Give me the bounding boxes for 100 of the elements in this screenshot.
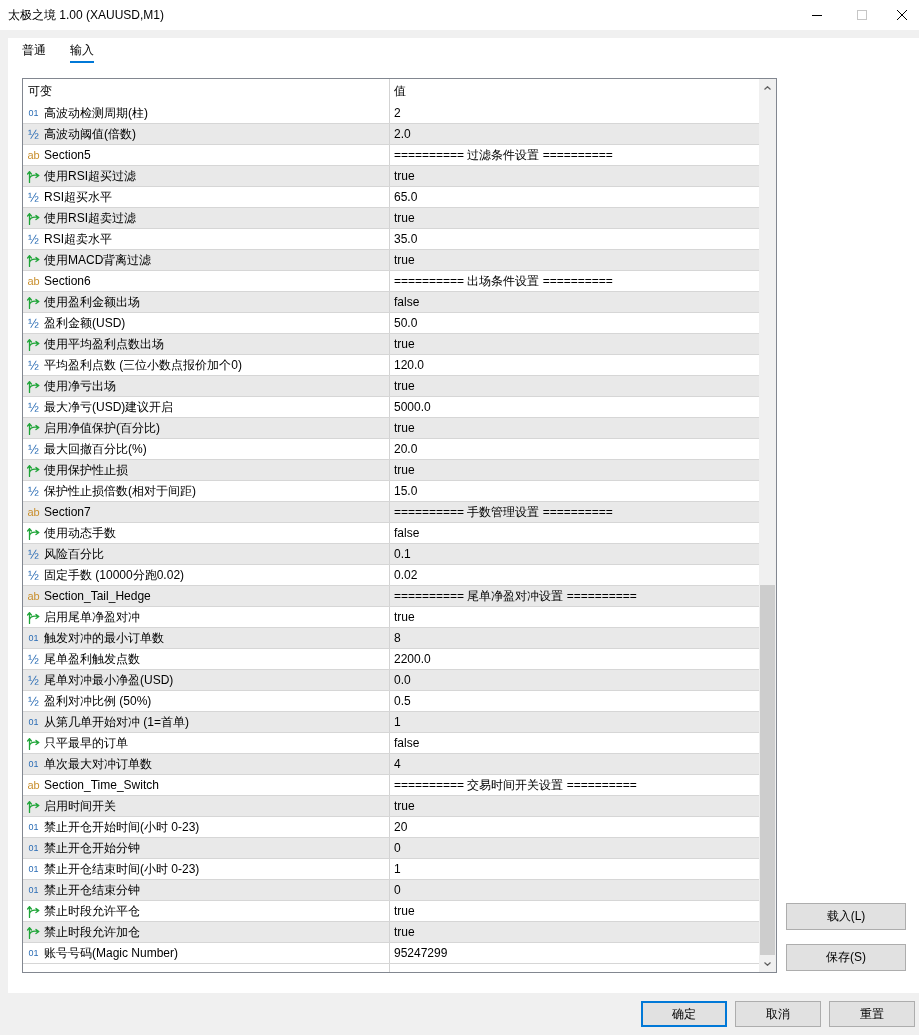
reset-button[interactable]: 重置 (829, 1001, 915, 1027)
parameter-row[interactable]: ab Section7 ========== 手数管理设置 ========== (23, 502, 759, 523)
window-title: 太极之境 1.00 (XAUUSD,M1) (7, 6, 166, 24)
parameter-row[interactable]: 01 禁止开仓开始时间(小时 0-23) 20 (23, 817, 759, 838)
parameter-row[interactable]: 使用盈利金额出场 false (23, 292, 759, 313)
parameter-name: 启用时间开关 (44, 797, 116, 815)
parameter-value: true (394, 169, 415, 183)
parameter-name: Section_Tail_Hedge (44, 589, 151, 603)
parameter-row[interactable]: ½ 最大回撤百分比(%) 20.0 (23, 439, 759, 460)
parameter-value: 0.5 (394, 694, 411, 708)
parameter-row[interactable]: 01 账号号码(Magic Number) 95247299 (23, 943, 759, 964)
vertical-scrollbar[interactable] (759, 79, 776, 972)
parameter-row[interactable]: ½ RSI超买水平 65.0 (23, 187, 759, 208)
parameter-row[interactable]: 只平最早的订单 false (23, 733, 759, 754)
parameter-row[interactable]: 使用MACD背离过滤 true (23, 250, 759, 271)
parameter-row[interactable]: 使用动态手数 false (23, 523, 759, 544)
branch-arrow-icon (27, 799, 40, 813)
parameter-row[interactable]: 01 从第几单开始对冲 (1=首单) 1 (23, 712, 759, 733)
parameter-name: 最大净亏(USD)建议开启 (44, 398, 174, 416)
parameter-row[interactable]: ab Section6 ========== 出场条件设置 ========== (23, 271, 759, 292)
parameter-row[interactable]: ab Section5 ========== 过滤条件设置 ========== (23, 145, 759, 166)
integer-type-icon: 01 (27, 717, 40, 727)
parameter-row[interactable]: 使用保护性止损 true (23, 460, 759, 481)
parameter-row[interactable]: 禁止时段允许加仓 true (23, 922, 759, 943)
parameter-name: Section7 (44, 505, 91, 519)
column-header: 可变 (28, 82, 52, 100)
text-type-icon: ab (27, 779, 40, 791)
parameter-row[interactable]: ½ 尾单盈利触发点数 2200.0 (23, 649, 759, 670)
parameter-name: 使用RSI超买过滤 (44, 167, 136, 185)
parameter-row[interactable]: ½ RSI超卖水平 35.0 (23, 229, 759, 250)
fraction-type-icon: ½ (27, 316, 40, 330)
parameter-row[interactable]: 01 禁止开仓开始分钟 0 (23, 838, 759, 859)
text-type-icon: ab (27, 149, 40, 161)
parameter-value: 15.0 (394, 484, 418, 498)
parameter-row[interactable]: ½ 固定手数 (10000分跑0.02) 0.02 (23, 565, 759, 586)
parameter-row[interactable]: ab Section_Time_Switch ========== 交易时间开关设置 ========== (23, 775, 759, 796)
tab[interactable]: 输入 (70, 38, 94, 63)
branch-arrow-icon (27, 925, 40, 939)
parameter-row[interactable]: ½ 平均盈利点数 (三位小数点报价加个0) 120.0 (23, 355, 759, 376)
parameter-value: true (394, 379, 415, 393)
parameter-name: 禁止开仓结束分钟 (44, 881, 140, 899)
parameter-name: 使用净亏出场 (44, 377, 116, 395)
parameter-value: 8 (394, 631, 401, 645)
fraction-type-icon: ½ (27, 652, 40, 666)
parameter-value: false (394, 736, 420, 750)
integer-type-icon: 01 (27, 885, 40, 895)
parameter-value: true (394, 211, 415, 225)
parameter-value: true (394, 610, 415, 624)
scroll-up-icon[interactable] (764, 85, 771, 90)
parameter-row[interactable]: 使用净亏出场 true (23, 376, 759, 397)
parameter-row[interactable]: 01 高波动检测周期(柱) 2 (23, 103, 759, 124)
scroll-thumb[interactable] (760, 585, 775, 955)
parameter-value: 1 (394, 862, 401, 876)
parameter-name: 风险百分比 (44, 545, 104, 563)
parameter-row[interactable]: ½ 尾单对冲最小净盈(USD) 0.0 (23, 670, 759, 691)
parameter-row[interactable]: ab Section_Tail_Hedge ========== 尾单净盈对冲设置 ========== (23, 586, 759, 607)
save-button[interactable]: 保存(S) (786, 944, 906, 971)
parameter-row[interactable]: ½ 保护性止损倍数(相对于间距) 15.0 (23, 481, 759, 502)
parameter-row[interactable]: 使用RSI超卖过滤 true (23, 208, 759, 229)
parameter-name: 平均盈利点数 (三位小数点报价加个0) (44, 356, 242, 374)
parameter-row[interactable]: 禁止时段允许平仓 true (23, 901, 759, 922)
parameter-value: true (394, 337, 415, 351)
parameter-row[interactable]: ½ 高波动阈值(倍数) 2.0 (23, 124, 759, 145)
fraction-type-icon: ½ (27, 568, 40, 582)
parameter-row[interactable]: ½ 盈利金额(USD) 50.0 (23, 313, 759, 334)
text-type-icon: ab (27, 275, 40, 287)
parameter-name: Section_Time_Switch (44, 778, 159, 792)
integer-type-icon: 01 (27, 108, 40, 118)
parameter-row[interactable]: 启用净值保护(百分比) true (23, 418, 759, 439)
parameter-value: true (394, 925, 415, 939)
parameter-row[interactable]: 01 禁止开仓结束分钟 0 (23, 880, 759, 901)
tab[interactable]: 普通 (22, 38, 46, 63)
parameter-row[interactable]: 01 单次最大对冲订单数 4 (23, 754, 759, 775)
fraction-type-icon: ½ (27, 547, 40, 561)
parameter-row[interactable]: 01 禁止开仓结束时间(小时 0-23) 1 (23, 859, 759, 880)
parameter-value: ========== 交易时间开关设置 ========== (394, 776, 637, 794)
text-type-icon: ab (27, 506, 40, 518)
branch-arrow-icon (27, 610, 40, 624)
ok-button[interactable]: 确定 (641, 1001, 727, 1027)
parameter-name: 尾单对冲最小净盈(USD) (44, 671, 174, 689)
integer-type-icon: 01 (27, 948, 40, 958)
integer-type-icon: 01 (27, 633, 40, 643)
parameter-row[interactable]: ½ 风险百分比 0.1 (23, 544, 759, 565)
fraction-type-icon: ½ (27, 232, 40, 246)
branch-arrow-icon (27, 463, 40, 477)
cancel-button[interactable]: 取消 (735, 1001, 821, 1027)
load-button[interactable]: 载入(L) (786, 903, 906, 930)
parameter-row[interactable]: 启用尾单净盈对冲 true (23, 607, 759, 628)
parameter-value: 120.0 (394, 358, 425, 372)
parameter-row[interactable]: 使用平均盈利点数出场 true (23, 334, 759, 355)
parameter-row[interactable]: ½ 最大净亏(USD)建议开启 5000.0 (23, 397, 759, 418)
parameter-name: 启用净值保护(百分比) (44, 419, 160, 437)
parameter-row[interactable]: 01 触发对冲的最小订单数 8 (23, 628, 759, 649)
parameter-name: 固定手数 (10000分跑0.02) (44, 566, 185, 584)
parameter-row[interactable]: ½ 盈利对冲比例 (50%) 0.5 (23, 691, 759, 712)
scroll-down-icon[interactable] (764, 961, 771, 966)
parameter-row[interactable]: 启用时间开关 true (23, 796, 759, 817)
parameter-row[interactable]: 使用RSI超买过滤 true (23, 166, 759, 187)
branch-arrow-icon (27, 421, 40, 435)
parameter-value: ========== 出场条件设置 ========== (394, 272, 613, 290)
